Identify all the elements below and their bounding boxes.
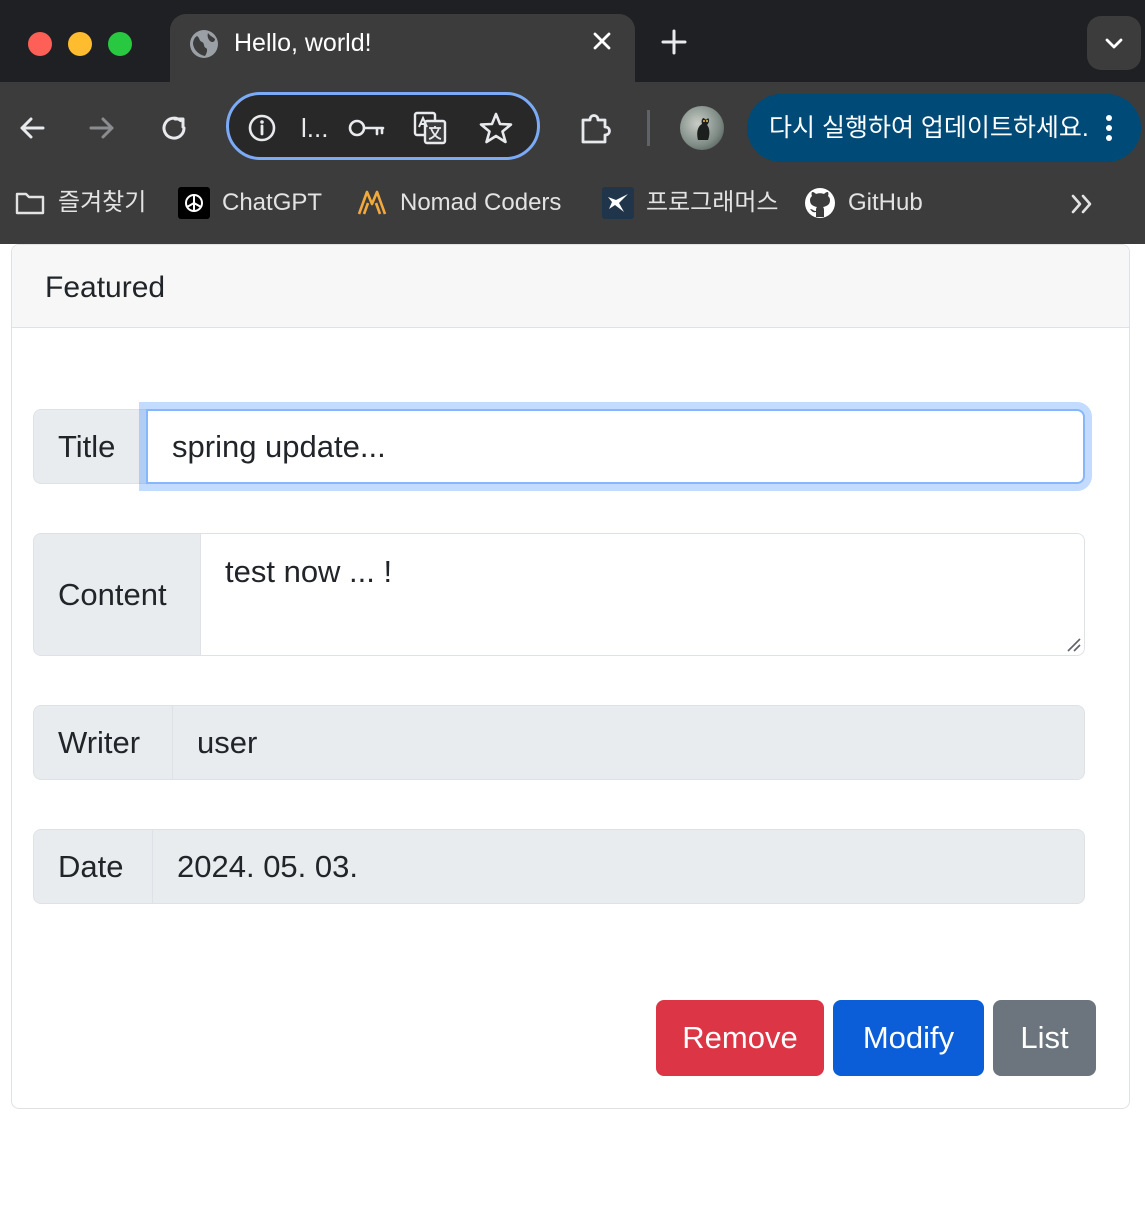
content-input-group: Content test now ... ! [33, 533, 1085, 656]
close-window-button[interactable] [28, 32, 52, 56]
info-icon[interactable] [247, 113, 277, 143]
bookmark-programmers[interactable]: 프로그래머스 [602, 186, 778, 220]
chatgpt-icon [178, 187, 210, 219]
tab-search-button[interactable] [1087, 16, 1141, 70]
programmers-icon [602, 187, 634, 219]
list-button[interactable]: List [993, 1000, 1096, 1076]
content-label: Content [33, 533, 200, 656]
post-card: Featured [11, 244, 1130, 1109]
bookmark-label: ChatGPT [222, 189, 323, 216]
browser-tab[interactable]: Hello, world! [170, 14, 635, 82]
tab-title: Hello, world! [234, 29, 372, 57]
nomad-coders-icon [357, 190, 387, 215]
more-vertical-icon[interactable] [1099, 112, 1119, 144]
double-chevron-right-icon[interactable] [1068, 190, 1096, 218]
browser-toolbar: l... 다시 실행하여 업데이트하세요. [0, 82, 1145, 174]
chevron-down-icon [1105, 38, 1123, 49]
profile-picture [697, 118, 710, 140]
writer-label: Writer [33, 705, 172, 780]
github-icon [805, 188, 835, 218]
extensions-puzzle-icon[interactable] [578, 110, 614, 146]
content-text: test now ... ! [225, 554, 393, 589]
bookmark-label: Nomad Coders [400, 189, 562, 216]
writer-field: user [172, 705, 1085, 780]
relaunch-update-button[interactable]: 다시 실행하여 업데이트하세요. [747, 94, 1141, 162]
bookmark-favorites[interactable]: 즐겨찾기 [14, 186, 146, 220]
content-textarea[interactable]: test now ... ! [200, 533, 1085, 656]
key-icon[interactable] [347, 115, 387, 141]
title-input[interactable]: spring update... [146, 409, 1085, 484]
date-label: Date [33, 829, 152, 904]
remove-button[interactable]: Remove [656, 1000, 824, 1076]
bookmark-label: 프로그래머스 [646, 189, 779, 216]
browser-tab-bar: Hello, world! [0, 0, 1145, 82]
modify-button[interactable]: Modify [833, 1000, 984, 1076]
address-bar[interactable]: l... [226, 92, 540, 160]
close-tab-icon[interactable] [590, 29, 614, 53]
profile-avatar[interactable] [680, 106, 724, 150]
url-text[interactable]: l... [301, 113, 328, 143]
bookmark-star-icon[interactable] [479, 111, 513, 145]
bookmark-label: GitHub [848, 189, 923, 216]
card-header: Featured [12, 245, 1129, 328]
bookmarks-bar: 즐겨찾기 ChatGPT Nomad Coders 프로그래머스 GitHub [0, 174, 1145, 244]
bookmark-label: 즐겨찾기 [58, 189, 147, 216]
writer-input-group: Writer user [33, 705, 1085, 780]
translate-icon[interactable] [413, 111, 447, 145]
folder-icon [15, 192, 45, 215]
forward-arrow-icon[interactable] [86, 112, 118, 144]
resize-handle-icon[interactable] [1065, 636, 1081, 652]
zoom-window-button[interactable] [108, 32, 132, 56]
bookmark-chatgpt[interactable]: ChatGPT [178, 186, 322, 220]
minimize-window-button[interactable] [68, 32, 92, 56]
bookmark-github[interactable]: GitHub [804, 186, 923, 220]
date-input-group: Date 2024. 05. 03. [33, 829, 1085, 904]
new-tab-icon[interactable] [660, 28, 688, 56]
back-arrow-icon[interactable] [16, 112, 48, 144]
title-input-group: Title spring update... [33, 409, 1085, 484]
title-label: Title [33, 409, 146, 484]
date-field: 2024. 05. 03. [152, 829, 1085, 904]
card-header-title: Featured [45, 271, 166, 304]
globe-icon [190, 30, 218, 58]
reload-icon[interactable] [158, 112, 190, 144]
bookmark-nomad-coders[interactable]: Nomad Coders [356, 186, 561, 220]
toolbar-divider [647, 110, 650, 146]
update-button-label: 다시 실행하여 업데이트하세요. [769, 114, 1089, 142]
